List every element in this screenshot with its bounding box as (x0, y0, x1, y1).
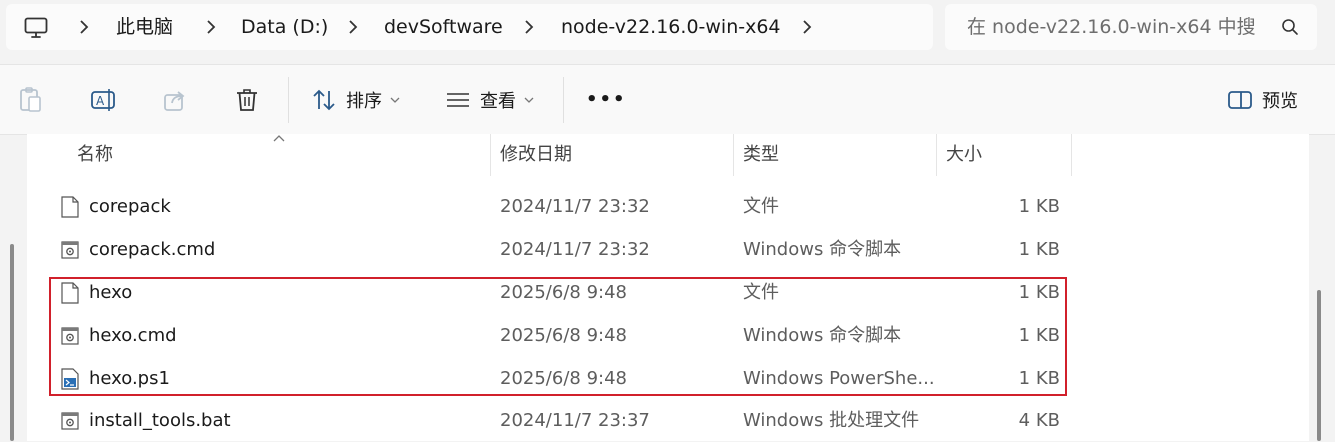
search-icon[interactable] (1281, 18, 1299, 36)
sort-label: 排序 (346, 90, 382, 112)
share-icon (164, 90, 185, 111)
file-name: corepack.cmd (89, 239, 216, 260)
sort-ascending-icon (273, 135, 285, 142)
chevron-right-icon[interactable] (202, 18, 220, 36)
file-name: hexo.ps1 (89, 368, 170, 389)
trash-icon (237, 88, 257, 111)
file-size: 1 KB (1018, 368, 1060, 389)
address-bar[interactable]: 此电脑 Data (D:) devSoftware node-v22.16.0-… (6, 4, 933, 50)
column-header-type[interactable]: 类型 (743, 134, 779, 176)
file-type: 文件 (743, 282, 779, 303)
file-type: Windows PowerShe... (743, 368, 933, 389)
file-size: 1 KB (1018, 325, 1060, 346)
computer-icon[interactable] (24, 17, 48, 39)
file-date: 2024/11/7 23:32 (500, 239, 650, 260)
file-list: 名称 修改日期 类型 大小 corepack 2024/11/7 23:32 文… (27, 134, 1309, 441)
view-list-icon (447, 92, 469, 107)
file-type: Windows 命令脚本 (743, 325, 902, 346)
file-date: 2025/6/8 9:48 (500, 282, 627, 303)
search-input[interactable]: 在 node-v22.16.0-win-x64 中搜 (967, 4, 1257, 50)
file-size: 1 KB (1018, 282, 1060, 303)
chevron-right-icon[interactable] (75, 18, 93, 36)
column-header-size[interactable]: 大小 (946, 134, 982, 176)
file-name: install_tools.bat (89, 410, 231, 431)
file-type: Windows 批处理文件 (743, 410, 920, 431)
preview-label: 预览 (1262, 90, 1298, 112)
delete-button[interactable] (234, 65, 260, 134)
sort-button[interactable]: 排序 (312, 65, 400, 134)
paste-button[interactable] (18, 65, 44, 134)
scrollbar-left[interactable] (10, 244, 14, 441)
file-date: 2025/6/8 9:48 (500, 325, 627, 346)
file-size: 1 KB (1018, 239, 1060, 260)
table-row[interactable]: install_tools.bat 2024/11/7 23:37 Window… (27, 400, 1309, 442)
rename-icon: A (91, 88, 115, 111)
breadcrumb-this-pc[interactable]: 此电脑 (116, 4, 173, 50)
file-name: hexo (89, 282, 133, 303)
toolbar-divider (288, 77, 289, 123)
file-size: 4 KB (1018, 410, 1060, 431)
more-options-button[interactable]: ••• (586, 65, 627, 134)
breadcrumb-node-folder[interactable]: node-v22.16.0-win-x64 (561, 4, 781, 50)
table-row[interactable]: hexo 2025/6/8 9:48 文件 1 KB (27, 272, 1309, 314)
sort-icon (313, 89, 335, 110)
file-size: 1 KB (1018, 196, 1060, 217)
chevron-down-icon (390, 97, 400, 103)
file-type: 文件 (743, 196, 779, 217)
file-name: hexo.cmd (89, 325, 177, 346)
rename-button[interactable]: A (90, 65, 118, 134)
column-divider[interactable] (490, 134, 491, 176)
column-header-name[interactable]: 名称 (77, 134, 113, 176)
view-label: 查看 (480, 90, 516, 112)
breadcrumb-data-drive[interactable]: Data (D:) (241, 4, 328, 50)
powershell-file-icon (61, 368, 79, 390)
cmd-file-icon (61, 241, 79, 259)
bat-file-icon (61, 412, 79, 430)
clipboard-icon (20, 86, 41, 112)
more-icon: ••• (586, 89, 627, 110)
column-divider[interactable] (936, 134, 937, 176)
chevron-down-icon (524, 97, 534, 103)
column-divider[interactable] (1071, 134, 1072, 176)
table-row[interactable]: hexo.ps1 2025/6/8 9:48 Windows PowerShe.… (27, 358, 1309, 400)
preview-pane-button[interactable]: 预览 (1228, 65, 1298, 134)
toolbar-divider (563, 77, 564, 123)
column-divider[interactable] (733, 134, 734, 176)
share-button[interactable] (162, 65, 188, 134)
file-icon (61, 196, 79, 218)
view-button[interactable]: 查看 (446, 65, 534, 134)
file-name: corepack (89, 196, 171, 217)
column-header-date[interactable]: 修改日期 (500, 134, 572, 176)
command-bar: A 排序 查看 ••• 预览 (0, 64, 1335, 135)
cmd-file-icon (61, 327, 79, 345)
file-type: Windows 命令脚本 (743, 239, 902, 260)
breadcrumb-devsoftware[interactable]: devSoftware (384, 4, 503, 50)
chevron-right-icon[interactable] (344, 18, 362, 36)
table-row[interactable]: corepack 2024/11/7 23:32 文件 1 KB (27, 186, 1309, 228)
table-row[interactable]: hexo.cmd 2025/6/8 9:48 Windows 命令脚本 1 KB (27, 315, 1309, 357)
file-date: 2024/11/7 23:37 (500, 410, 650, 431)
svg-text:A: A (96, 94, 105, 108)
chevron-right-icon[interactable] (520, 18, 538, 36)
file-date: 2024/11/7 23:32 (500, 196, 650, 217)
file-date: 2025/6/8 9:48 (500, 368, 627, 389)
preview-pane-icon (1228, 90, 1252, 109)
search-box[interactable]: 在 node-v22.16.0-win-x64 中搜 (945, 4, 1317, 50)
chevron-right-icon[interactable] (798, 18, 816, 36)
scrollbar-right[interactable] (1317, 290, 1321, 441)
file-icon (61, 282, 79, 304)
table-row[interactable]: corepack.cmd 2024/11/7 23:32 Windows 命令脚… (27, 229, 1309, 271)
